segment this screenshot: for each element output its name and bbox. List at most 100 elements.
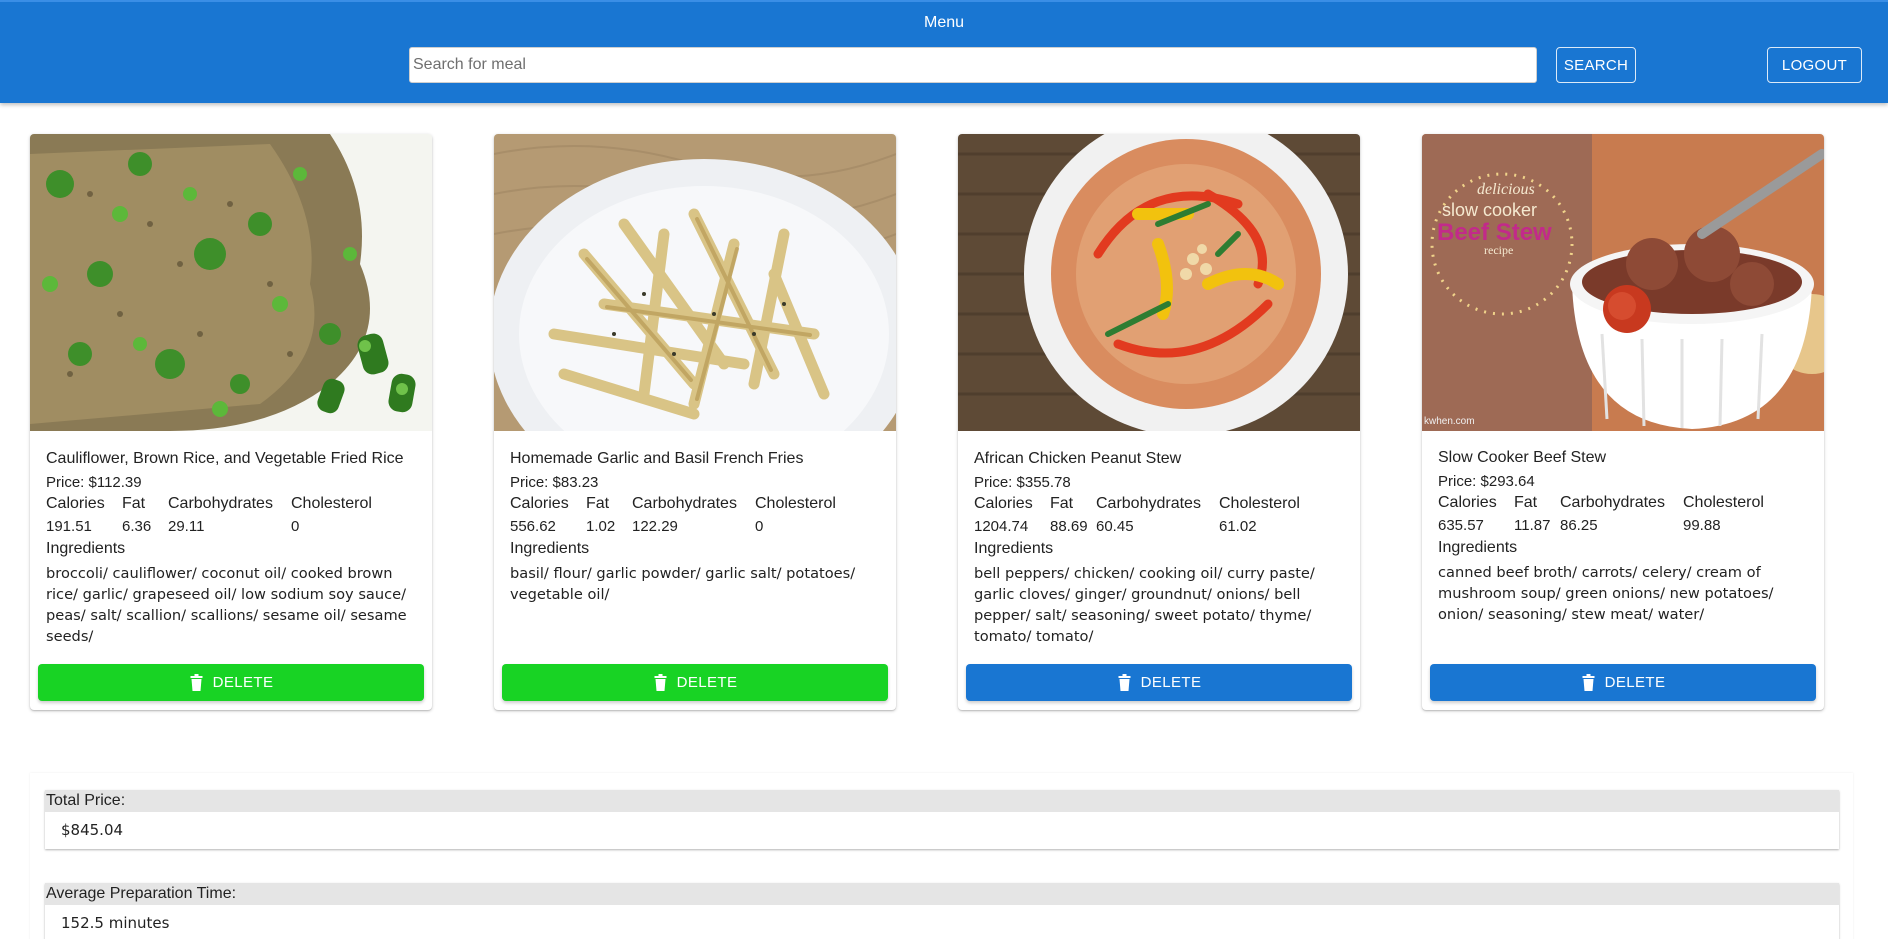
carbohydrates-value: 60.45	[1096, 518, 1134, 535]
cholesterol-value: 0	[755, 518, 764, 535]
fat-header: Fat	[122, 495, 146, 512]
fat-value: 88.69	[1050, 518, 1088, 535]
search-button[interactable]: SEARCH	[1556, 47, 1636, 83]
meal-image	[30, 134, 432, 431]
nutrition-values: 635.57 11.87 86.25 99.88	[1438, 514, 1810, 538]
app-title: Menu	[923, 14, 965, 31]
meal-price: Price: $112.39	[46, 474, 142, 491]
cholesterol-header: Cholesterol	[755, 495, 836, 512]
total-price-value: $845.04	[45, 812, 1839, 849]
meal-card: Cauliflower, Brown Rice, and Vegetable F…	[30, 134, 432, 710]
search-input[interactable]	[409, 47, 1537, 83]
meal-image	[494, 134, 896, 431]
delete-button[interactable]: DELETE	[502, 664, 888, 701]
cholesterol-header: Cholesterol	[1683, 494, 1764, 511]
total-price-block: Total Price: $845.04	[45, 790, 1839, 849]
summary-panel: Total Price: $845.04 Average Preparation…	[30, 773, 1853, 939]
calories-header: Calories	[974, 495, 1033, 512]
fat-header: Fat	[1514, 494, 1538, 511]
ingredients-label: Ingredients	[46, 540, 126, 557]
delete-label: DELETE	[1604, 674, 1666, 691]
ingredients-list: canned beef broth/ carrots/ celery/ crea…	[1438, 564, 1774, 623]
cholesterol-header: Cholesterol	[1219, 495, 1300, 512]
trash-icon	[1118, 674, 1131, 691]
nutrition-values: 191.51 6.36 29.11 0	[46, 515, 418, 539]
avg-prep-label: Average Preparation Time:	[45, 883, 1839, 905]
nutrition-headers: Calories Fat Carbohydrates Cholesterol	[46, 493, 418, 515]
meal-name: African Chicken Peanut Stew	[974, 450, 1182, 467]
delete-label: DELETE	[212, 674, 274, 691]
ingredients-list: bell peppers/ chicken/ cooking oil/ curr…	[974, 565, 1315, 645]
app-bar: Menu SEARCH LOGOUT	[0, 0, 1888, 103]
carbohydrates-header: Carbohydrates	[1096, 495, 1201, 512]
delete-label: DELETE	[676, 674, 738, 691]
peanut-stew-photo	[958, 134, 1360, 431]
cholesterol-header: Cholesterol	[291, 495, 372, 512]
fat-header: Fat	[1050, 495, 1074, 512]
ingredients-label: Ingredients	[1438, 539, 1518, 556]
fried-rice-photo	[30, 134, 432, 431]
image-text-delicious: delicious	[1477, 181, 1535, 198]
meal-name: Homemade Garlic and Basil French Fries	[510, 450, 804, 467]
image-text-recipe: recipe	[1484, 243, 1513, 257]
carbohydrates-header: Carbohydrates	[168, 495, 273, 512]
meal-name: Slow Cooker Beef Stew	[1438, 449, 1607, 466]
meal-card: African Chicken Peanut Stew Price: $355.…	[958, 134, 1360, 710]
trash-icon	[1582, 674, 1595, 691]
delete-button[interactable]: DELETE	[38, 664, 424, 701]
carbohydrates-header: Carbohydrates	[632, 495, 737, 512]
calories-value: 1204.74	[974, 518, 1029, 535]
cholesterol-value: 0	[291, 518, 300, 535]
fat-value: 6.36	[122, 518, 152, 535]
meal-details: Homemade Garlic and Basil French Fries P…	[510, 449, 882, 605]
logout-button[interactable]: LOGOUT	[1767, 47, 1862, 83]
meal-price: Price: $355.78	[974, 474, 1071, 491]
meal-card: delicious slow cooker Beef Stew recipe k…	[1422, 134, 1824, 710]
calories-value: 556.62	[510, 518, 556, 535]
meal-price: Price: $293.64	[1438, 473, 1535, 490]
meal-price: Price: $83.23	[510, 474, 599, 491]
ingredients-label: Ingredients	[974, 540, 1054, 557]
meal-image	[958, 134, 1360, 431]
meal-details: African Chicken Peanut Stew Price: $355.…	[974, 449, 1346, 647]
nutrition-values: 1204.74 88.69 60.45 61.02	[974, 515, 1346, 539]
carbohydrates-value: 29.11	[168, 518, 205, 535]
image-text-slow-cooker: slow cooker	[1442, 200, 1537, 220]
nutrition-headers: Calories Fat Carbohydrates Cholesterol	[974, 493, 1346, 515]
cholesterol-value: 61.02	[1219, 518, 1257, 535]
carbohydrates-value: 86.25	[1560, 517, 1598, 534]
calories-value: 191.51	[46, 518, 92, 535]
cholesterol-value: 99.88	[1683, 517, 1721, 534]
nutrition-values: 556.62 1.02 122.29 0	[510, 515, 882, 539]
beef-stew-photo: delicious slow cooker Beef Stew recipe k…	[1422, 134, 1824, 431]
calories-value: 635.57	[1438, 517, 1484, 534]
image-watermark: kwhen.com	[1424, 416, 1475, 427]
image-text-beef-stew: Beef Stew	[1437, 219, 1552, 246]
fat-value: 1.02	[586, 518, 616, 535]
trash-icon	[190, 674, 203, 691]
delete-button[interactable]: DELETE	[1430, 664, 1816, 701]
total-price-label: Total Price:	[45, 790, 1839, 812]
calories-header: Calories	[1438, 494, 1497, 511]
meal-card: Homemade Garlic and Basil French Fries P…	[494, 134, 896, 710]
meal-details: Slow Cooker Beef Stew Price: $293.64 Cal…	[1438, 448, 1810, 625]
carbohydrates-header: Carbohydrates	[1560, 494, 1665, 511]
delete-label: DELETE	[1140, 674, 1202, 691]
ingredients-list: basil/ flour/ garlic powder/ garlic salt…	[510, 565, 856, 603]
calories-header: Calories	[46, 495, 105, 512]
ingredients-label: Ingredients	[510, 540, 590, 557]
trash-icon	[654, 674, 667, 691]
carbohydrates-value: 122.29	[632, 518, 678, 535]
avg-prep-value: 152.5 minutes	[45, 905, 1839, 939]
french-fries-photo	[494, 134, 896, 431]
fat-value: 11.87	[1514, 517, 1551, 534]
nutrition-headers: Calories Fat Carbohydrates Cholesterol	[1438, 492, 1810, 514]
nutrition-headers: Calories Fat Carbohydrates Cholesterol	[510, 493, 882, 515]
ingredients-list: broccoli/ cauliflower/ coconut oil/ cook…	[46, 565, 407, 645]
meal-details: Cauliflower, Brown Rice, and Vegetable F…	[46, 449, 418, 647]
meal-name: Cauliflower, Brown Rice, and Vegetable F…	[46, 450, 404, 467]
avg-prep-block: Average Preparation Time: 152.5 minutes	[45, 883, 1839, 939]
delete-button[interactable]: DELETE	[966, 664, 1352, 701]
fat-header: Fat	[586, 495, 610, 512]
calories-header: Calories	[510, 495, 569, 512]
